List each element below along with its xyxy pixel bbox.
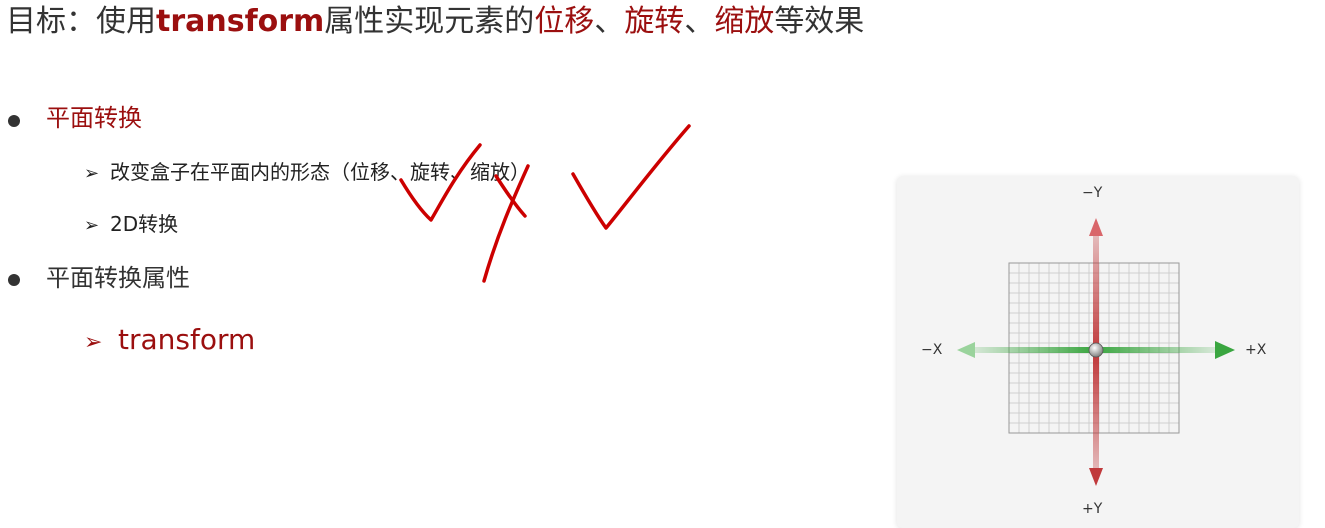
list-item-plane-transform: 平面转换 xyxy=(46,104,142,132)
axis-label-positive-y: +Y xyxy=(1082,501,1103,517)
sub-item-shape-change: ➢ 改变盒子在平面内的形态（位移、旋转、缩放） xyxy=(84,159,530,187)
x-axis-arrow-negative xyxy=(957,342,975,358)
checkmark-ink-2 xyxy=(571,124,691,230)
arrow-bullet-icon: ➢ xyxy=(84,215,100,236)
title-translate: 位移 xyxy=(534,4,595,39)
title-prefix: 目标：使用 xyxy=(6,4,156,39)
slide: 目标：使用transform属性实现元素的位移、旋转、缩放等效果 平面转换 ➢ 改… xyxy=(0,0,1325,528)
title-sep2: 、 xyxy=(684,4,715,39)
slide-title: 目标：使用transform属性实现元素的位移、旋转、缩放等效果 xyxy=(6,2,864,42)
axis-label-negative-x: −X xyxy=(921,342,943,358)
x-axis-arrow-positive xyxy=(1215,341,1235,359)
sub-item-text: 改变盒子在平面内的形态（位移、旋转、缩放） xyxy=(110,160,530,184)
title-keyword: transform xyxy=(156,4,325,39)
axis-diagram xyxy=(957,218,1235,486)
sub-item-2d-transform: ➢ 2D转换 xyxy=(84,211,178,239)
list-item-transform-property: 平面转换属性 xyxy=(46,264,190,292)
origin-ball xyxy=(1088,342,1104,358)
arrow-bullet-icon: ➢ xyxy=(84,163,100,184)
y-axis-arrow-negative xyxy=(1089,218,1103,236)
axis-label-positive-x: +X xyxy=(1245,342,1267,358)
title-scale: 缩放 xyxy=(714,4,775,39)
sub-item-transform-keyword: ➢ transform xyxy=(84,323,255,360)
bullet-dot xyxy=(8,274,20,286)
bullet-dot xyxy=(8,115,20,127)
title-suffix: 等效果 xyxy=(774,4,865,39)
axis-diagram-card: −Y +Y −X +X xyxy=(897,176,1299,528)
arrow-bullet-icon: ➢ xyxy=(84,330,103,355)
y-axis-arrow-positive xyxy=(1089,468,1103,486)
title-sep1: 、 xyxy=(594,4,625,39)
sub-item-text: transform xyxy=(118,323,256,356)
title-rotate: 旋转 xyxy=(624,4,685,39)
title-middle: 属性实现元素的 xyxy=(324,4,535,39)
sub-item-text: 2D转换 xyxy=(110,212,179,236)
axis-label-negative-y: −Y xyxy=(1082,185,1103,201)
